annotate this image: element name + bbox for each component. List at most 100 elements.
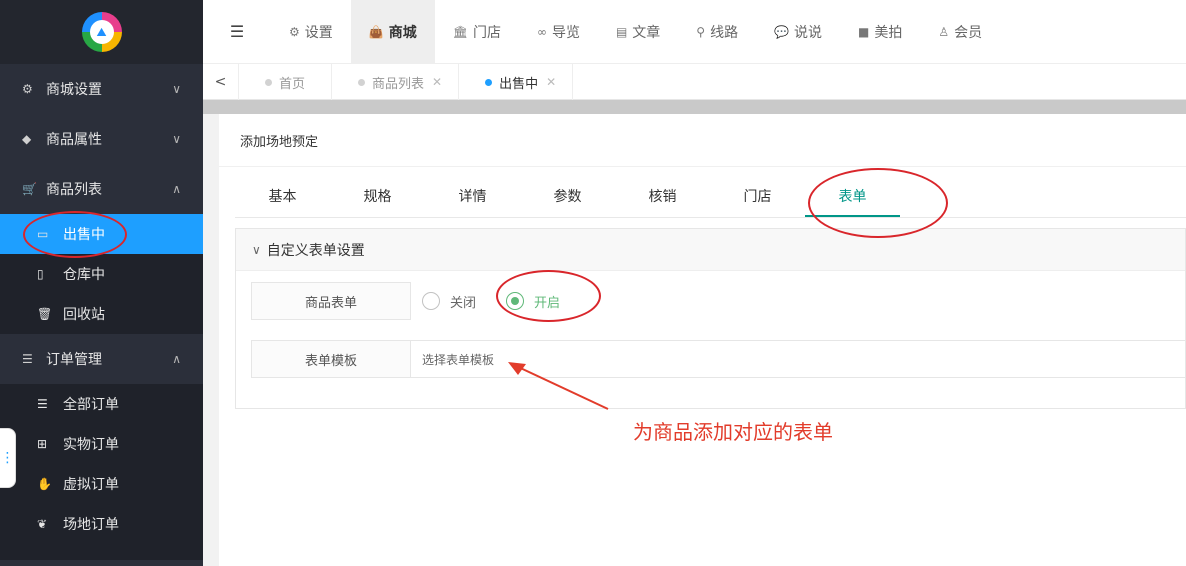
topnav-item-member[interactable]: ♙ 会员 xyxy=(920,0,1000,64)
newspaper-icon: ▤ xyxy=(615,24,628,39)
tab-dot xyxy=(358,78,366,86)
sidebar-group-product-list[interactable]: 🛒 商品列表 ∧ xyxy=(0,164,203,214)
list-icon: ☰ xyxy=(37,397,48,411)
topnav-item-moments[interactable]: 💬 说说 xyxy=(756,0,840,64)
custom-form-section: ∨ 自定义表单设置 商品表单 关闭 开启 表单模板 选择表单模板 xyxy=(235,228,1186,409)
topnav-label: 美拍 xyxy=(874,24,903,41)
product-form-radio-group: 关闭 开启 xyxy=(411,282,1186,320)
sidebar-toggle-handle[interactable]: ⋮ xyxy=(0,428,16,488)
radio-on[interactable]: 开启 xyxy=(506,292,560,311)
radio-off[interactable]: 关闭 xyxy=(422,292,476,311)
page-tab-on-sale[interactable]: 出售中 ✕ xyxy=(459,64,574,100)
tab-store[interactable]: 门店 xyxy=(710,177,805,217)
submenu-orders: ☰ 全部订单 ⊞ 实物订单 ✋ 虚拟订单 ❦ 场地订单 xyxy=(0,384,203,560)
page-tab-home[interactable]: 首页 xyxy=(239,64,333,100)
topnav-label: 设置 xyxy=(304,24,333,41)
tab-spec[interactable]: 规格 xyxy=(330,177,425,217)
topnav-label: 门店 xyxy=(472,24,501,41)
tab-dot xyxy=(265,78,272,86)
topnav-label: 线路 xyxy=(710,24,739,41)
sidebar-item-label: 实物订单 xyxy=(63,437,119,453)
trash-icon: 🗑 xyxy=(37,307,53,321)
chevron-down-icon: ∨ xyxy=(252,242,261,257)
page-tab-product-list[interactable]: 商品列表 ✕ xyxy=(332,64,460,100)
content-top-bar xyxy=(203,100,1186,114)
radio-label: 关闭 xyxy=(450,295,477,311)
tab-verification[interactable]: 核销 xyxy=(615,177,710,217)
sidebar-item-venue-orders[interactable]: ❦ 场地订单 xyxy=(0,504,203,544)
close-icon[interactable]: ✕ xyxy=(546,75,556,89)
close-icon[interactable]: ✕ xyxy=(432,75,442,89)
radio-label: 开启 xyxy=(534,295,561,311)
topnav-label: 商城 xyxy=(388,24,417,41)
tab-details[interactable]: 详情 xyxy=(425,177,520,217)
sidebar-item-label: 回收站 xyxy=(63,307,105,323)
sidebar-item-label: 出售中 xyxy=(63,227,105,243)
sidebar-item-in-warehouse[interactable]: ▯ 仓库中 xyxy=(0,254,203,294)
section-header[interactable]: ∨ 自定义表单设置 xyxy=(236,229,1185,271)
tab-basic[interactable]: 基本 xyxy=(235,177,330,217)
product-form-label: 商品表单 xyxy=(251,282,411,320)
gears-icon: ⚙ xyxy=(289,24,300,39)
sidebar-group-label: 订单管理 xyxy=(46,352,102,368)
page-tab-label: 出售中 xyxy=(499,76,539,92)
chevron-down-icon: ∨ xyxy=(172,132,181,146)
gears-icon: ⚙ xyxy=(22,82,33,96)
top-nav: ☰ ⚙ 设置 👜 商城 🏛 门店 ∞ 导览 ▤ 文章 ⚲ 线路 💬 说说 ■ 美拍 ♙ 会员 xyxy=(203,0,1186,64)
sidebar-item-all-orders[interactable]: ☰ 全部订单 xyxy=(0,384,203,424)
battery-full-icon: ▭ xyxy=(37,227,49,241)
sidebar: ⛰ ⚙ 商城设置 ∨ ◆ 商品属性 ∨ 🛒 商品列表 ∧ ▭ 出售中 ▯ 仓库中… xyxy=(0,0,203,566)
logo-area: ⛰ xyxy=(0,0,203,64)
sidebar-item-virtual-orders[interactable]: ✋ 虚拟订单 xyxy=(0,464,203,504)
page-title: 添加场地预定 xyxy=(219,114,1186,167)
sidebar-item-label: 全部订单 xyxy=(63,397,119,413)
form-tabs: 基本 规格 详情 参数 核销 门店 表单 xyxy=(235,177,1186,218)
tab-scroll-left-icon[interactable]: < xyxy=(203,64,239,100)
radio-circle xyxy=(422,292,440,310)
logo[interactable]: ⛰ xyxy=(81,12,122,52)
tab-dot xyxy=(485,78,493,86)
sidebar-item-label: 虚拟订单 xyxy=(63,477,119,493)
form-template-row: 表单模板 选择表单模板 xyxy=(251,340,1186,378)
user-icon: ♙ xyxy=(938,24,950,39)
sidebar-item-physical-orders[interactable]: ⊞ 实物订单 xyxy=(0,424,203,464)
annotation-text: 为商品添加对应的表单 xyxy=(633,420,833,444)
route-icon: ⚲ xyxy=(696,24,706,39)
topnav-item-mall[interactable]: 👜 商城 xyxy=(350,0,435,64)
grid-icon: ⊞ xyxy=(37,437,48,451)
page-tab-label: 商品列表 xyxy=(372,76,425,92)
annotation-arrow xyxy=(508,362,609,410)
menu-toggle-icon[interactable]: ☰ xyxy=(203,22,271,41)
tab-params[interactable]: 参数 xyxy=(520,177,615,217)
sidebar-item-on-sale[interactable]: ▭ 出售中 xyxy=(0,214,203,254)
topnav-item-settings[interactable]: ⚙ 设置 xyxy=(271,0,351,64)
topnav-label: 会员 xyxy=(954,24,983,41)
cart-icon: 🛒 xyxy=(22,182,37,196)
sidebar-item-recycle-bin[interactable]: 🗑 回收站 xyxy=(0,294,203,334)
hand-icon: ✋ xyxy=(37,477,52,491)
binoculars-icon: ∞ xyxy=(536,24,547,39)
submenu-product-list: ▭ 出售中 ▯ 仓库中 🗑 回收站 xyxy=(0,214,203,334)
page-tab-label: 首页 xyxy=(279,76,306,92)
sidebar-group-mall-settings[interactable]: ⚙ 商城设置 ∨ xyxy=(0,64,203,114)
topnav-item-article[interactable]: ▤ 文章 xyxy=(598,0,678,64)
bank-icon: 🏛 xyxy=(452,24,468,39)
radio-circle xyxy=(506,292,525,310)
sidebar-group-label: 商品列表 xyxy=(46,182,102,198)
chevron-up-icon: ∧ xyxy=(172,182,181,196)
video-icon: ■ xyxy=(858,24,870,39)
section-title: 自定义表单设置 xyxy=(266,242,365,259)
sidebar-group-order-management[interactable]: ☰ 订单管理 ∧ xyxy=(0,334,203,384)
topnav-item-route[interactable]: ⚲ 线路 xyxy=(678,0,756,64)
form-template-label: 表单模板 xyxy=(251,340,411,378)
topnav-item-beauty-shot[interactable]: ■ 美拍 xyxy=(840,0,920,64)
product-form-row: 商品表单 关闭 开启 xyxy=(251,282,1186,320)
list-icon: ☰ xyxy=(22,352,33,366)
wechat-icon: 💬 xyxy=(774,24,790,39)
topnav-item-guide[interactable]: ∞ 导览 xyxy=(519,0,598,64)
topnav-item-store[interactable]: 🏛 门店 xyxy=(435,0,519,64)
sidebar-group-product-attributes[interactable]: ◆ 商品属性 ∨ xyxy=(0,114,203,164)
tab-form[interactable]: 表单 xyxy=(805,177,900,217)
battery-empty-icon: ▯ xyxy=(37,267,44,281)
leaf-icon: ❦ xyxy=(37,517,48,531)
